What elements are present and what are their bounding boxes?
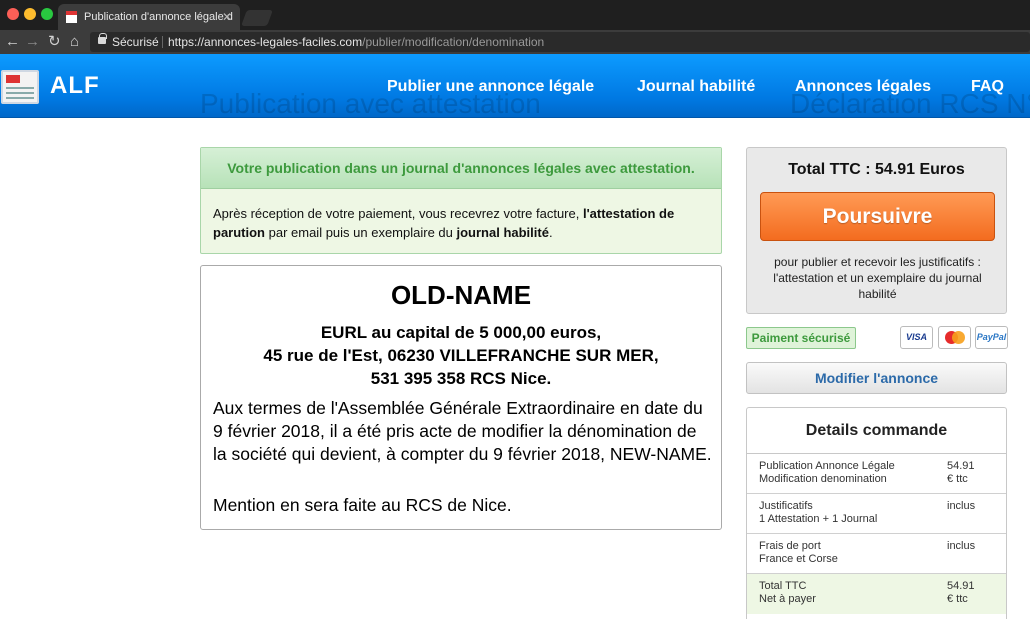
paypal-icon: PayPal (975, 326, 1008, 349)
minimize-window-icon[interactable] (24, 8, 36, 20)
url-text: https://annonces-legales-faciles.com/pub… (168, 32, 544, 52)
notice-text: . (548, 225, 553, 240)
details-value-line: inclus (947, 540, 976, 552)
details-value: 54.91 € ttc (947, 580, 997, 606)
browser-toolbar: ← → ↻ ⌂ Sécurisé https://annonces-legale… (0, 30, 1030, 54)
company-address: 45 rue de l'Est, 06230 VILLEFRANCHE SUR … (263, 346, 659, 365)
details-label-line: 1 Attestation + 1 Journal (759, 513, 878, 525)
secure-label: Sécurisé (112, 35, 159, 49)
nav-publier[interactable]: Publier une annonce légale (387, 78, 594, 96)
browser-tab-bar: Publication d'annonce légale d ✕ (0, 0, 1030, 30)
details-value-line: inclus (947, 500, 976, 512)
details-label: Publication Annonce Légale Modification d… (759, 460, 939, 486)
announcement-paragraph: Aux termes de l'Assemblée Générale Extra… (213, 398, 712, 464)
company-details: EURL au capital de 5 000,00 euros, 45 ru… (201, 321, 721, 390)
favicon-icon (66, 11, 77, 23)
notice-body: Après réception de votre paiement, vous … (201, 189, 721, 242)
details-label-line: Justificatifs (759, 500, 813, 512)
announcement-preview: OLD-NAME EURL au capital de 5 000,00 eur… (200, 265, 722, 530)
details-row: Frais de port France et Corse inclus (747, 534, 1006, 574)
secure-payment-badge: Paiment sécurisé (746, 327, 856, 349)
tab-title: Publication d'annonce légale d (84, 11, 233, 23)
total-note: pour publier et recevoir les justificati… (773, 255, 982, 301)
nav-journal[interactable]: Journal habilité (637, 78, 755, 96)
order-details: Details commande Publication Annonce Lég… (746, 407, 1007, 619)
details-label-line: Modification denomination (759, 473, 887, 485)
lock-icon (98, 33, 107, 44)
notice-text: par email puis un exemplaire du (265, 225, 457, 240)
site-logo[interactable]: ALF (50, 72, 100, 100)
nav-annonces[interactable]: Annonces légales (795, 78, 931, 96)
browser-tab[interactable]: Publication d'annonce légale d ✕ (58, 4, 240, 30)
poursuivre-button[interactable]: Poursuivre (760, 192, 995, 241)
address-bar[interactable]: Sécurisé https://annonces-legales-facile… (90, 32, 1030, 52)
details-label-line: Frais de port (759, 540, 821, 552)
details-value-line: 54.91 (947, 580, 975, 592)
publication-notice: Votre publication dans un journal d'anno… (200, 147, 722, 254)
details-row: Publication Annonce Légale Modification d… (747, 454, 1006, 494)
newspaper-logo-icon[interactable] (1, 70, 39, 104)
details-label-line: France et Corse (759, 553, 838, 565)
home-icon[interactable]: ⌂ (70, 31, 79, 53)
url-separator (162, 36, 163, 48)
details-total-row: Total TTC Net à payer 54.91 € ttc (747, 574, 1006, 614)
details-value: inclus (947, 540, 997, 553)
details-value-line: 54.91 (947, 460, 975, 472)
notice-journal: journal habilité (456, 225, 549, 240)
details-label: Total TTC Net à payer (759, 580, 939, 606)
forward-arrow-icon[interactable]: → (25, 31, 40, 53)
tab-close-icon[interactable]: ✕ (222, 4, 232, 30)
nav-faq[interactable]: FAQ (971, 78, 1004, 96)
company-capital: EURL au capital de 5 000,00 euros, (320, 323, 602, 342)
total-box: Total TTC : 54.91 Euros Poursuivre pour … (746, 147, 1007, 314)
details-label: Justificatifs 1 Attestation + 1 Journal (759, 500, 939, 526)
details-label-line: Net à payer (759, 593, 816, 605)
reload-icon[interactable]: ↻ (48, 31, 61, 53)
company-rcs: 531 395 358 RCS Nice. (370, 369, 552, 388)
visa-icon: VISA (900, 326, 933, 349)
details-value-line: € ttc (947, 473, 968, 485)
details-value: inclus (947, 500, 997, 513)
url-path: /publier/modification/denomination (362, 35, 545, 49)
details-label-line: Total TTC (759, 580, 807, 592)
details-value-line: € ttc (947, 593, 968, 605)
details-value: 54.91 € ttc (947, 460, 997, 486)
total-price: Total TTC : 54.91 Euros (788, 161, 965, 178)
new-tab-button[interactable] (241, 10, 273, 26)
details-title: Details commande (747, 408, 1006, 454)
notice-text: Après réception de votre paiement, vous … (213, 206, 583, 221)
mastercard-icon (938, 326, 971, 349)
details-label-line: Publication Annonce Légale (759, 460, 895, 472)
url-host: https://annonces-legales-faciles.com (168, 35, 363, 49)
company-name: OLD-NAME (390, 280, 532, 310)
notice-title: Votre publication dans un journal d'anno… (201, 148, 721, 189)
modify-announcement-button[interactable]: Modifier l'annonce (746, 362, 1007, 394)
close-window-icon[interactable] (7, 8, 19, 20)
maximize-window-icon[interactable] (41, 8, 53, 20)
back-arrow-icon[interactable]: ← (5, 31, 20, 53)
announcement-mention: Mention en sera faite au RCS de Nice. (213, 495, 512, 515)
details-row: Justificatifs 1 Attestation + 1 Journal i… (747, 494, 1006, 534)
site-header: Publication avec attestation Déclaration… (0, 54, 1030, 118)
details-label: Frais de port France et Corse (759, 540, 939, 566)
